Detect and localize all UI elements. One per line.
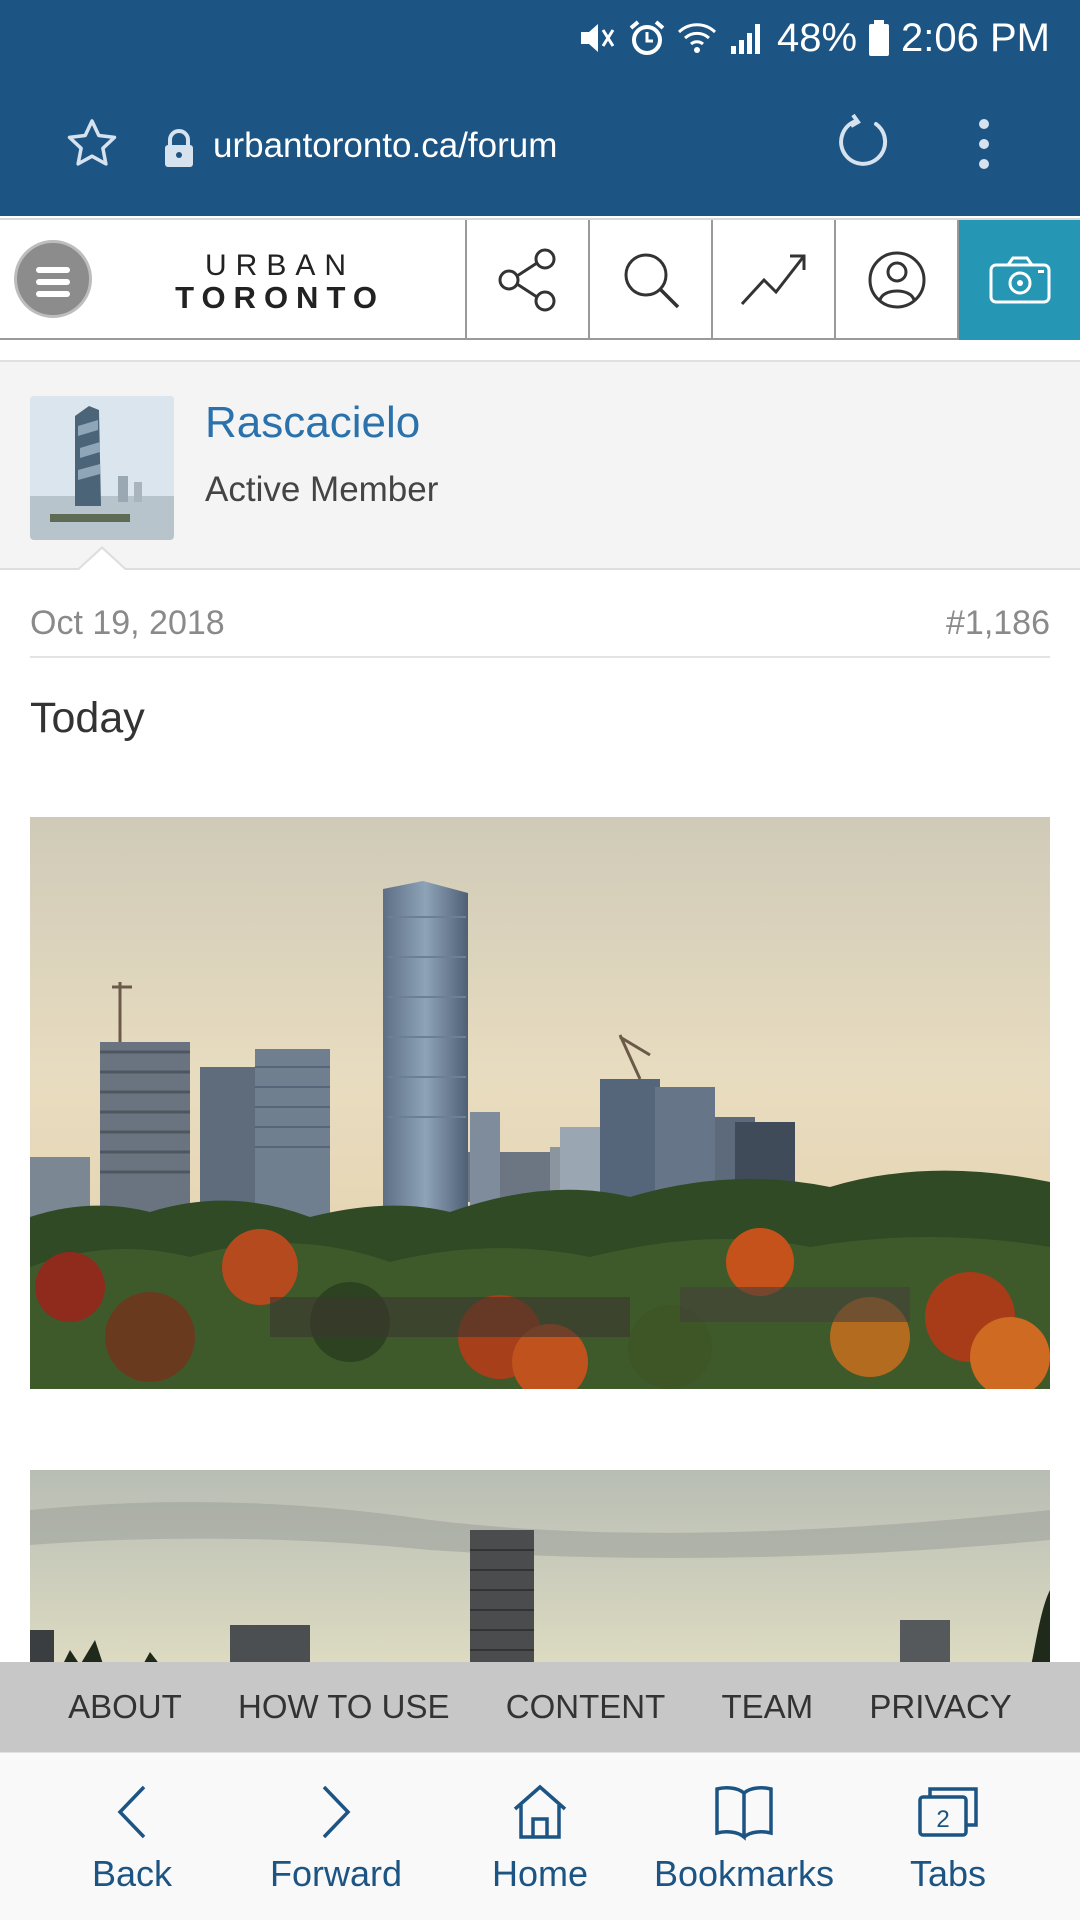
chevron-right-icon [322,1785,351,1839]
back-label: Back [91,1853,173,1894]
signal-icon [730,24,760,54]
footer-link-team[interactable]: TEAM [721,1688,813,1726]
camera-button[interactable] [957,220,1080,340]
share-button[interactable] [465,220,588,340]
home-button[interactable]: Home [440,1753,640,1921]
battery-percent: 48% [776,15,858,60]
camera-icon [989,256,1050,304]
account-button[interactable] [834,220,957,340]
status-bar: 48% 2:06 PM [577,14,1050,62]
site-header: URBAN TORONTO [0,218,1080,340]
post-photo[interactable] [30,817,1050,1389]
home-icon [513,1784,567,1839]
address-bar: urbantoronto.ca/forum [0,108,1080,188]
bookmarks-button[interactable]: Bookmarks [644,1753,844,1921]
browser-bottom-nav: Back Forward Home Bookmarks 2 Tabs [0,1752,1080,1920]
divider [30,656,1050,658]
search-icon [624,253,679,309]
post-text: Today [30,694,145,742]
browser-top-bar: 48% 2:06 PM urbantoronto.ca/forum [0,0,1080,216]
home-label: Home [491,1853,589,1894]
logo-bottom: TORONTO [175,280,385,315]
bookmarks-label: Bookmarks [653,1853,835,1894]
username-link[interactable]: Rascacielo [205,398,420,448]
avatar[interactable] [30,396,174,540]
site-logo[interactable]: URBAN TORONTO [160,250,400,314]
author-caret-inner [79,549,125,570]
search-button[interactable] [588,220,711,340]
footer-link-content[interactable]: CONTENT [506,1688,666,1726]
post-date[interactable]: Oct 19, 2018 [30,604,225,643]
post-photo[interactable] [30,1470,1050,1670]
star-icon[interactable] [64,116,120,172]
forward-button[interactable]: Forward [236,1753,436,1921]
book-icon [715,1786,773,1841]
chevron-left-icon [117,1785,146,1839]
back-button[interactable]: Back [32,1753,232,1921]
tabs-icon: 2 [918,1787,978,1837]
forward-label: Forward [269,1853,403,1894]
user-icon [868,251,925,309]
trending-icon [740,254,805,306]
trending-button[interactable] [711,220,834,340]
menu-icon[interactable] [14,240,92,318]
alarm-icon [629,20,665,55]
url-field[interactable]: urbantoronto.ca/forum [213,126,557,166]
post-number[interactable]: #1,186 [946,604,1050,643]
wifi-icon [677,23,717,53]
user-title: Active Member [205,470,439,509]
tabs-label: Tabs [909,1853,987,1894]
lock-icon [165,129,193,167]
post-author-bar: Rascacielo Active Member [0,360,1080,570]
footer-link-about[interactable]: ABOUT [68,1688,182,1726]
clock: 2:06 PM [901,15,1050,60]
footer-link-how-to-use[interactable]: HOW TO USE [238,1688,449,1726]
footer-link-privacy[interactable]: PRIVACY [869,1688,1011,1726]
footer-links: ABOUT HOW TO USE CONTENT TEAM PRIVACY [0,1662,1080,1752]
share-icon [498,248,555,312]
tabs-button[interactable]: 2 Tabs [848,1753,1048,1921]
mute-icon [580,24,615,52]
reload-icon[interactable] [836,114,892,170]
logo-top: URBAN [204,249,355,282]
battery-icon [869,20,890,56]
tabs-count: 2 [936,1806,949,1833]
more-icon[interactable] [976,116,992,172]
